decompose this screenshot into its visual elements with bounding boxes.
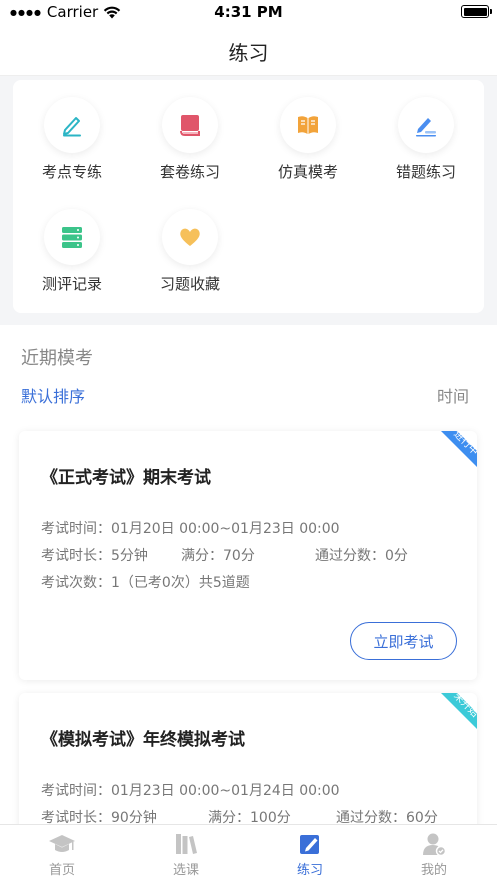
exam-meta-row: 考试时长：5分钟 满分：70分 通过分数：0分 (41, 545, 408, 565)
grid-item-label: 习题收藏 (159, 275, 220, 293)
tab-practice[interactable]: 练习 (248, 825, 372, 883)
grid-item-label: 测评记录 (41, 275, 102, 293)
heart-icon (180, 228, 200, 246)
grid-item-label: 错题练习 (395, 163, 456, 181)
tab-profile[interactable]: 我的 (372, 825, 496, 883)
grid-item-favorites[interactable]: 习题收藏 (131, 209, 249, 294)
tab-label: 我的 (420, 863, 447, 878)
status-ribbon: 进行中 (441, 431, 477, 467)
status-ribbon: 未开始 (441, 693, 477, 729)
grid-item-mock-exam[interactable]: 仿真模考 (249, 97, 367, 182)
section-title: 近期模考 (21, 348, 93, 369)
tab-label: 练习 (296, 863, 323, 878)
exam-duration: 考试时长：5分钟 (41, 548, 148, 564)
grid-item-label: 考点专练 (41, 163, 102, 181)
feature-grid: 考点专练 套卷练习 仿真模考 错题练习 测评记录 习题收藏 (13, 80, 484, 313)
tab-courses[interactable]: 选课 (124, 825, 248, 883)
grid-item-label: 套卷练习 (159, 163, 220, 181)
practice-edit-icon (300, 835, 319, 854)
navigation-bar: 练习 (0, 24, 497, 76)
tab-label: 首页 (48, 863, 75, 878)
open-book-icon (298, 116, 318, 134)
battery-icon (461, 5, 492, 18)
sort-default-button[interactable]: 默认排序 (21, 383, 85, 407)
exam-time: 考试时间：01月23日 00:00~01月24日 00:00 (41, 783, 340, 799)
grid-item-label: 仿真模考 (277, 163, 338, 181)
grid-item-assessment-records[interactable]: 测评记录 (13, 209, 131, 294)
pen-icon (63, 117, 81, 137)
book-icon (180, 115, 200, 136)
grid-item-wrong-questions[interactable]: 错题练习 (367, 97, 485, 182)
clock: 4:31 PM (214, 3, 283, 21)
edit-icon (416, 118, 436, 137)
recent-exams-section: 近期模考 默认排序 时间 进行中 《正式考试》期末考试 考试时间：01月20日 … (0, 325, 497, 853)
start-exam-button[interactable]: 立即考试 (350, 622, 457, 660)
books-icon (176, 834, 197, 854)
user-icon (423, 833, 447, 857)
graduation-cap-icon (49, 835, 75, 852)
status-bar: ●●●● Carrier 4:31 PM (0, 0, 497, 24)
tab-home[interactable]: 首页 (0, 825, 124, 883)
page-title: 练习 (228, 41, 269, 65)
tab-label: 选课 (172, 863, 199, 878)
exam-pass-score: 通过分数：0分 (315, 548, 408, 564)
exam-full-score: 满分：70分 (181, 548, 255, 564)
exam-attempts: 考试次数：1（已考0次）共5道题 (41, 575, 250, 591)
exam-title: 《正式考试》期末考试 (41, 468, 211, 488)
exam-title: 《模拟考试》年终模拟考试 (41, 730, 245, 750)
exam-card[interactable]: 进行中 《正式考试》期末考试 考试时间：01月20日 00:00~01月23日 … (19, 431, 477, 680)
tab-bar: 首页 选课 练习 我的 (0, 824, 497, 883)
grid-item-paper-practice[interactable]: 套卷练习 (131, 97, 249, 182)
grid-item-topic-practice[interactable]: 考点专练 (13, 97, 131, 182)
sort-time-button[interactable]: 时间 (437, 383, 469, 407)
exam-time: 考试时间：01月20日 00:00~01月23日 00:00 (41, 521, 340, 537)
server-icon (62, 227, 82, 248)
